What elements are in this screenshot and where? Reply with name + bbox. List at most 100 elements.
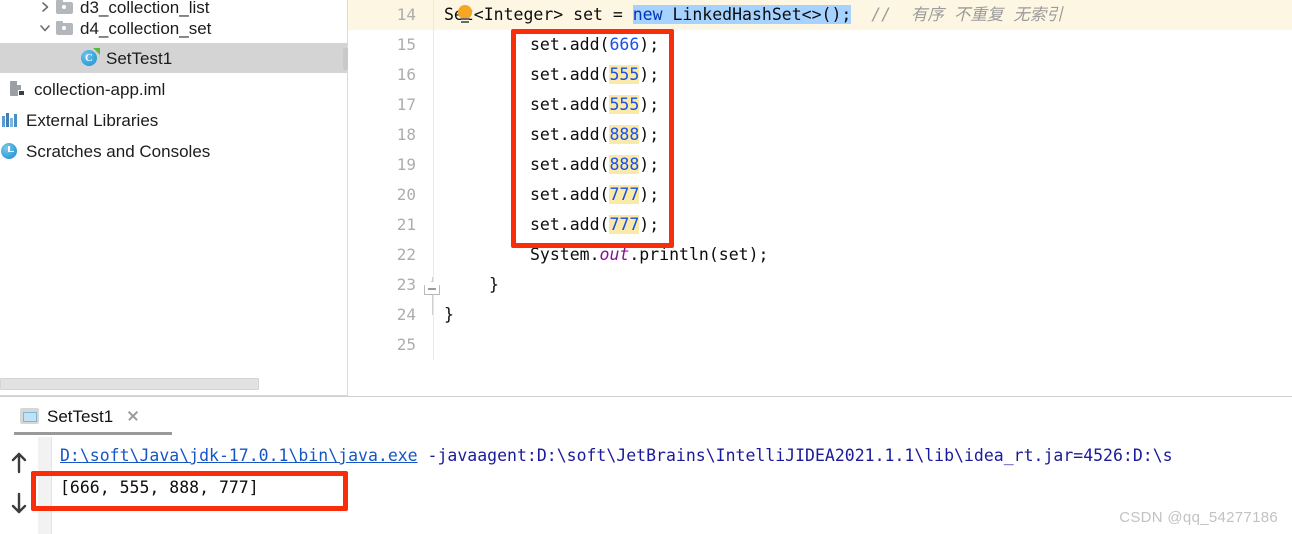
line-number: 22 bbox=[396, 245, 416, 264]
code-closing-brace: } bbox=[489, 275, 499, 294]
code-line[interactable]: 22 System.out.println(set); bbox=[348, 240, 1292, 270]
code-statement-end: ); bbox=[639, 185, 660, 204]
line-number: 16 bbox=[396, 65, 416, 84]
module-file-icon bbox=[8, 79, 28, 99]
gutter-divider bbox=[433, 180, 434, 210]
arrow-up-icon[interactable] bbox=[9, 451, 29, 475]
gutter-divider bbox=[433, 0, 434, 30]
line-gutter[interactable]: 20 bbox=[348, 180, 434, 210]
line-number: 23 bbox=[396, 275, 416, 294]
code-text: set.add(888); bbox=[530, 120, 659, 150]
line-number: 14 bbox=[396, 5, 416, 24]
line-gutter[interactable]: 22 bbox=[348, 240, 434, 270]
code-spacer bbox=[851, 5, 871, 24]
code-line[interactable]: 19 set.add(888); bbox=[348, 150, 1292, 180]
code-field-out: out bbox=[599, 245, 630, 264]
sidebar-item-external-libraries[interactable]: External Libraries bbox=[0, 105, 348, 135]
line-gutter[interactable]: 14 bbox=[348, 0, 434, 30]
code-line[interactable]: 25 bbox=[348, 330, 1292, 360]
gutter-divider bbox=[433, 330, 434, 360]
code-method-call: set.add( bbox=[530, 125, 610, 144]
line-gutter[interactable]: 25 bbox=[348, 330, 434, 360]
lightbulb-icon[interactable] bbox=[455, 5, 475, 25]
close-icon[interactable] bbox=[125, 408, 141, 424]
gutter-divider bbox=[433, 90, 434, 120]
code-constructor: LinkedHashSet<>(); bbox=[662, 5, 852, 24]
code-number-literal: 666 bbox=[609, 35, 640, 54]
code-keyword-new: new bbox=[632, 5, 663, 24]
line-gutter[interactable]: 19 bbox=[348, 150, 434, 180]
line-gutter[interactable]: 21 bbox=[348, 210, 434, 240]
line-gutter[interactable]: 15 bbox=[348, 30, 434, 60]
code-text: System.out.println(set); bbox=[530, 240, 768, 270]
sidebar-item-d4-collection-set[interactable]: d4_collection_set bbox=[0, 13, 348, 43]
code-statement-end: ); bbox=[639, 35, 660, 54]
sidebar-item-label: External Libraries bbox=[26, 110, 159, 130]
run-navigation-toolbar[interactable] bbox=[0, 441, 38, 534]
code-line[interactable]: 17 set.add(555); bbox=[348, 90, 1292, 120]
code-statement-end: ); bbox=[639, 155, 660, 174]
code-method-call: set.add( bbox=[530, 215, 610, 234]
line-number: 24 bbox=[396, 305, 416, 324]
code-fold-marker-icon[interactable] bbox=[424, 277, 440, 315]
line-number: 19 bbox=[396, 155, 416, 174]
code-text: set.add(777); bbox=[530, 180, 659, 210]
sidebar-item-scratches-and-consoles[interactable]: Scratches and Consoles bbox=[0, 136, 348, 166]
tab-active-underline bbox=[14, 432, 172, 435]
line-gutter[interactable]: 24 bbox=[348, 300, 434, 330]
code-method-call: set.add( bbox=[530, 65, 610, 84]
code-line[interactable]: 20 set.add(777); bbox=[348, 180, 1292, 210]
line-number: 18 bbox=[396, 125, 416, 144]
code-line[interactable]: 16 set.add(555); bbox=[348, 60, 1292, 90]
code-line[interactable]: 15 set.add(666); bbox=[348, 30, 1292, 60]
scratches-clock-icon bbox=[0, 141, 20, 161]
console-gutter bbox=[38, 437, 52, 534]
run-tab-bar[interactable]: SetTest1 bbox=[0, 397, 1292, 435]
project-tree-panel[interactable]: d3_collection_list d4_collection_set C S… bbox=[0, 0, 348, 396]
gutter-divider bbox=[433, 210, 434, 240]
tab-settest1[interactable]: SetTest1 bbox=[14, 399, 147, 433]
code-closing-brace: } bbox=[444, 305, 454, 324]
code-method-call: set.add( bbox=[530, 155, 610, 174]
code-system-ref: System. bbox=[530, 245, 600, 264]
folder-icon bbox=[54, 18, 74, 38]
line-number: 15 bbox=[396, 35, 416, 54]
sidebar-item-label: SetTest1 bbox=[106, 48, 173, 68]
gutter-divider bbox=[433, 60, 434, 90]
line-gutter[interactable]: 23 bbox=[348, 270, 434, 300]
line-number: 20 bbox=[396, 185, 416, 204]
project-tree-horizontal-scrollbar[interactable] bbox=[0, 378, 259, 390]
code-line[interactable]: 14 Set<Integer> set = new LinkedHashSet<… bbox=[348, 0, 1292, 30]
gutter-divider bbox=[433, 240, 434, 270]
run-configuration-icon bbox=[20, 407, 39, 425]
console-output[interactable]: D:\soft\Java\jdk-17.0.1\bin\java.exe -ja… bbox=[38, 437, 1292, 534]
line-number: 17 bbox=[396, 95, 416, 114]
sidebar-item-label: d4_collection_set bbox=[80, 18, 212, 38]
line-gutter[interactable]: 17 bbox=[348, 90, 434, 120]
java-exe-path-link[interactable]: D:\soft\Java\jdk-17.0.1\bin\java.exe bbox=[60, 446, 418, 465]
java-class-icon: C bbox=[80, 48, 100, 68]
code-text: set.add(555); bbox=[530, 60, 659, 90]
line-gutter[interactable]: 16 bbox=[348, 60, 434, 90]
sidebar-item-collection-app-iml[interactable]: collection-app.iml bbox=[0, 74, 348, 104]
arrow-down-icon[interactable] bbox=[9, 491, 29, 515]
code-line[interactable]: 21 set.add(777); bbox=[348, 210, 1292, 240]
code-method-call: set.add( bbox=[530, 35, 610, 54]
code-line[interactable]: 18 set.add(888); bbox=[348, 120, 1292, 150]
code-text: set.add(555); bbox=[530, 90, 659, 120]
code-number-literal: 777 bbox=[609, 215, 640, 234]
code-text: set.add(777); bbox=[530, 210, 659, 240]
run-tool-window[interactable]: SetTest1 D:\soft\Java\jdk-17.0.1\bin\jav… bbox=[0, 396, 1292, 534]
code-method-call: set.add( bbox=[530, 95, 610, 114]
code-number-literal: 777 bbox=[609, 185, 640, 204]
code-line[interactable]: 23 } bbox=[348, 270, 1292, 300]
line-gutter[interactable]: 18 bbox=[348, 120, 434, 150]
sidebar-item-settest1[interactable]: C SetTest1 bbox=[0, 43, 348, 73]
code-text: Set<Integer> set = new LinkedHashSet<>()… bbox=[444, 0, 1063, 30]
console-command-line: D:\soft\Java\jdk-17.0.1\bin\java.exe -ja… bbox=[60, 443, 1173, 469]
chevron-down-icon[interactable] bbox=[36, 19, 54, 37]
code-statement-end: ); bbox=[639, 65, 660, 84]
code-number-literal: 888 bbox=[609, 155, 640, 174]
code-line[interactable]: 24 } bbox=[348, 300, 1292, 330]
code-editor[interactable]: 14 Set<Integer> set = new LinkedHashSet<… bbox=[348, 0, 1292, 396]
